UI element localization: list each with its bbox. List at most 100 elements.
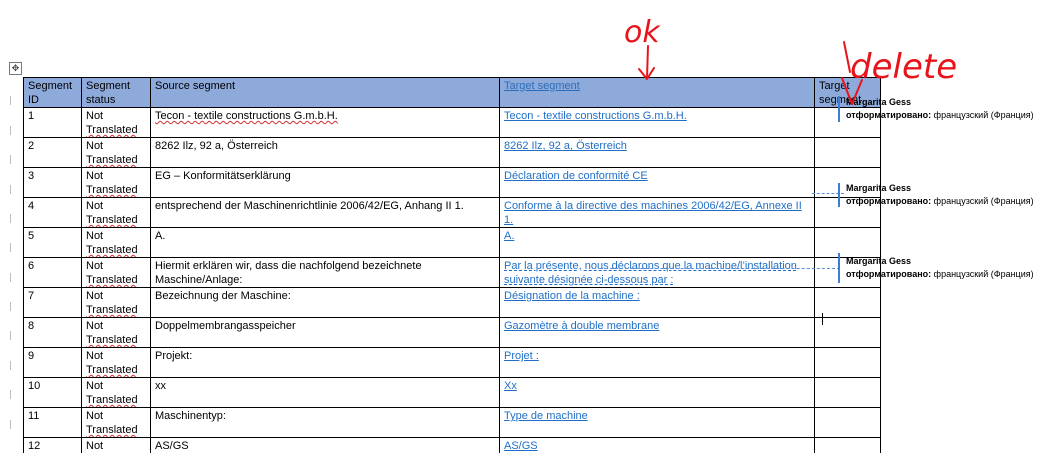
segment-id-cell[interactable]: 3 — [24, 168, 82, 198]
target-segment-cell[interactable]: Conforme à la directive des machines 200… — [500, 198, 815, 228]
target-segment-cell[interactable]: Xx — [500, 378, 815, 408]
status-translated-word: Translated — [86, 184, 138, 196]
source-segment-cell[interactable]: A. — [151, 228, 500, 258]
header-segment-id[interactable]: Segment ID — [24, 78, 82, 108]
segment-id-cell[interactable]: 6 — [24, 258, 82, 288]
target-segment-cell[interactable]: Par la présente, nous déclarons que la m… — [500, 258, 815, 288]
segment-id-cell[interactable]: 9 — [24, 348, 82, 378]
target-segment-cell-2[interactable] — [815, 348, 881, 378]
target-segment-cell-2[interactable] — [815, 378, 881, 408]
source-text: A. — [155, 230, 165, 242]
format-comment-2[interactable]: Margarita Gess отформатировано: французс… — [846, 182, 1039, 208]
source-segment-cell[interactable]: Bezeichnung der Maschine: — [151, 288, 500, 318]
segment-table: Segment ID Segment status Source segment… — [23, 77, 881, 453]
source-text: Tecon - textile constructions G.m.b.H. — [155, 110, 338, 122]
target-segment-cell-2[interactable] — [815, 408, 881, 438]
table-row: 10 Not Translated xx Xx — [24, 378, 881, 408]
status-translated-word: Translated — [86, 394, 138, 406]
target-segment-cell[interactable]: Tecon - textile constructions G.m.b.H. — [500, 108, 815, 138]
segment-status-cell[interactable]: Not Translated — [82, 378, 151, 408]
status-not-word: Not — [86, 110, 103, 122]
status-not-word: Not — [86, 380, 103, 392]
segment-status-cell[interactable]: Not Translated — [82, 288, 151, 318]
segment-status-cell[interactable]: NotTranslated — [82, 408, 151, 438]
source-segment-cell[interactable]: Projekt: — [151, 348, 500, 378]
handwritten-delete-text: delete — [850, 47, 957, 87]
revision-bar — [838, 183, 840, 207]
revision-bar — [838, 253, 840, 283]
comment-action: отформатировано: — [846, 196, 931, 206]
status-not-word: Not — [86, 140, 103, 152]
source-text: Bezeichnung der Maschine: — [155, 290, 291, 302]
target-segment-cell[interactable]: 8262 Ilz, 92 a, Österreich — [500, 138, 815, 168]
status-not-word: Not — [86, 410, 103, 422]
comment-action: отформатировано: — [846, 269, 931, 279]
table-move-handle-icon[interactable]: ✥ — [9, 62, 22, 75]
segment-id-cell[interactable]: 1 — [24, 108, 82, 138]
target-text: Par la présente, nous déclarons que la m… — [504, 260, 797, 286]
segment-status-cell[interactable]: NotTranslated — [82, 258, 151, 288]
format-comment-3[interactable]: Margarita Gess отформатировано: французс… — [846, 255, 1039, 281]
segment-status-cell[interactable]: Not Translated — [82, 318, 151, 348]
segment-status-cell[interactable]: NotTranslated — [82, 228, 151, 258]
table-row: 7 Not Translated Bezeichnung der Maschine… — [24, 288, 881, 318]
status-translated-word: Translated — [86, 334, 138, 346]
comment-author: Margarita Gess — [846, 182, 1039, 195]
table-row: 9 NotTranslated Projekt: Projet : — [24, 348, 881, 378]
target-text: 8262 Ilz, 92 a, Österreich — [504, 140, 627, 152]
target-text: AS/GS — [504, 440, 538, 452]
source-text: 8262 Ilz, 92 a, Österreich — [155, 140, 278, 152]
segment-id-cell[interactable]: 10 — [24, 378, 82, 408]
source-segment-cell[interactable]: 8262 Ilz, 92 a, Österreich — [151, 138, 500, 168]
text-cursor — [822, 313, 823, 325]
status-translated-word: Translated — [86, 274, 138, 286]
source-segment-cell[interactable]: xx — [151, 378, 500, 408]
source-segment-cell[interactable]: Tecon - textile constructions G.m.b.H. — [151, 108, 500, 138]
target-segment-cell[interactable]: Type de machine — [500, 408, 815, 438]
target-segment-cell-2[interactable] — [815, 318, 881, 348]
source-text: xx — [155, 380, 166, 392]
target-segment-cell[interactable]: Désignation de la machine : — [500, 288, 815, 318]
table-row: 11 NotTranslated Maschinentyp: Type de m… — [24, 408, 881, 438]
segment-id-cell[interactable]: 7 — [24, 288, 82, 318]
target-text: A. — [504, 230, 514, 242]
handwritten-ok-text: ok — [624, 15, 661, 50]
source-segment-cell[interactable]: entsprechend der Maschinenrichtlinie 200… — [151, 198, 500, 228]
header-segment-status[interactable]: Segment status — [82, 78, 151, 108]
segment-status-cell[interactable]: NotTranslated — [82, 198, 151, 228]
segment-id-cell[interactable]: 11 — [24, 408, 82, 438]
table-row: 3 NotTranslated EG – Konformitätserkläru… — [24, 168, 881, 198]
segment-id-cell[interactable]: 5 — [24, 228, 82, 258]
header-source-segment[interactable]: Source segment — [151, 78, 500, 108]
segment-id-cell[interactable]: 2 — [24, 138, 82, 168]
source-text: Doppelmembrangasspeicher — [155, 320, 296, 332]
table-header-row: Segment ID Segment status Source segment… — [24, 78, 881, 108]
status-translated-word: Translated — [86, 304, 138, 316]
target-segment-cell[interactable]: Gazomètre à double membrane — [500, 318, 815, 348]
target-segment-cell[interactable]: Déclaration de conformité CE — [500, 168, 815, 198]
segment-status-cell[interactable]: NotTranslated — [82, 348, 151, 378]
target-segment-cell-2[interactable] — [815, 138, 881, 168]
revision-link-line — [600, 268, 840, 269]
segment-status-cell[interactable]: NotTranslated — [82, 168, 151, 198]
segment-id-cell[interactable]: 4 — [24, 198, 82, 228]
source-segment-cell[interactable]: Maschinentyp: — [151, 408, 500, 438]
status-not-word: Not — [86, 290, 103, 302]
segment-status-cell[interactable]: NotTranslated — [82, 108, 151, 138]
target-segment-cell-2[interactable] — [815, 288, 881, 318]
status-not-word: Not — [86, 230, 103, 242]
status-not-word: Not — [86, 320, 103, 332]
status-not-word: Not — [86, 350, 103, 362]
segment-id-cell[interactable]: 8 — [24, 318, 82, 348]
source-segment-cell[interactable]: Doppelmembrangasspeicher — [151, 318, 500, 348]
table-row: 5 NotTranslated A. A. — [24, 228, 881, 258]
target-segment-cell-2[interactable] — [815, 228, 881, 258]
source-segment-cell[interactable]: Hiermit erklären wir, dass die nachfolge… — [151, 258, 500, 288]
source-text: Projekt: — [155, 350, 192, 362]
target-segment-cell[interactable]: A. — [500, 228, 815, 258]
target-segment-cell[interactable]: Projet : — [500, 348, 815, 378]
segment-status-cell[interactable]: NotTranslated — [82, 138, 151, 168]
source-segment-cell[interactable]: EG – Konformitätserklärung — [151, 168, 500, 198]
source-text: Hiermit erklären wir, dass die nachfolge… — [155, 260, 422, 286]
target-text: Désignation de la machine : — [504, 290, 640, 302]
